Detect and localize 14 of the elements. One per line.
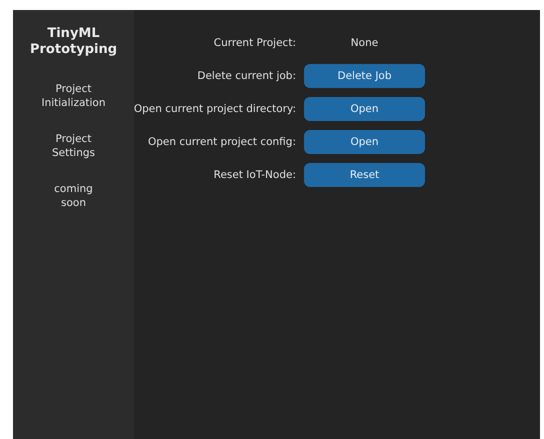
field-value: None	[350, 36, 378, 51]
action-button[interactable]: Open	[304, 130, 425, 154]
field-label: Open current project directory:	[134, 102, 296, 117]
field-label: Open current project config:	[148, 135, 296, 150]
action-button[interactable]: Delete Job	[304, 64, 425, 88]
field-label: Delete current job:	[197, 69, 296, 84]
sidebar-item[interactable]: Project Settings	[52, 132, 96, 160]
action-button[interactable]: Open	[304, 97, 425, 121]
field-label: Current Project:	[214, 36, 296, 51]
field-label: Reset IoT-Node:	[214, 168, 296, 183]
sidebar-item[interactable]: coming soon	[54, 182, 93, 210]
app-title: TinyML Prototyping	[30, 26, 118, 58]
action-button[interactable]: Reset	[304, 163, 425, 187]
sidebar-item[interactable]: Project Initialization	[41, 82, 106, 110]
